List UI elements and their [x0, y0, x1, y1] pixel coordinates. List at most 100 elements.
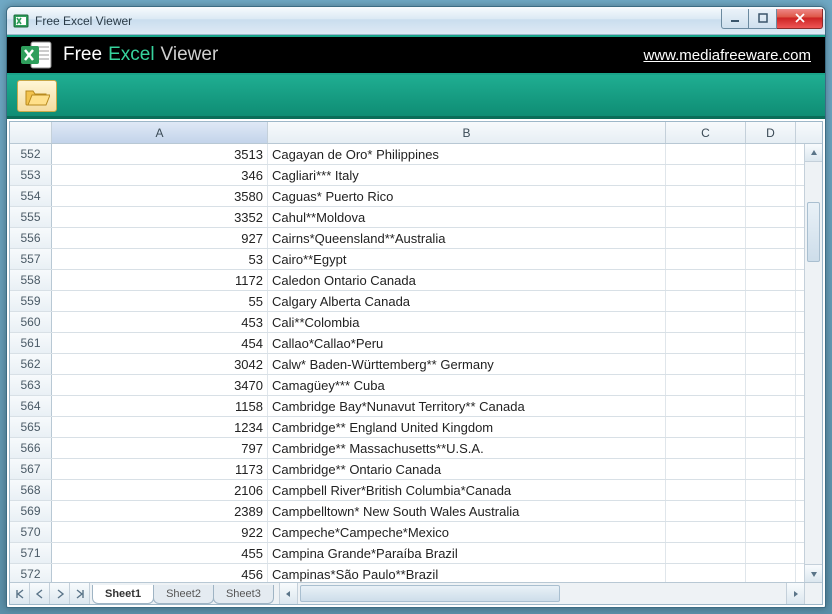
cell-a[interactable]: 927	[52, 228, 268, 248]
sheet-tab-1[interactable]: Sheet1	[92, 585, 154, 604]
vscroll-thumb[interactable]	[807, 202, 820, 262]
scroll-right-button[interactable]	[786, 583, 804, 604]
cell-d[interactable]	[746, 543, 796, 563]
cell-b[interactable]: Cagliari*** Italy	[268, 165, 666, 185]
minimize-button[interactable]	[721, 9, 749, 29]
row-header[interactable]: 559	[10, 291, 52, 311]
cell-d[interactable]	[746, 270, 796, 290]
row-header[interactable]: 561	[10, 333, 52, 353]
sheet-nav-prev[interactable]	[30, 583, 50, 604]
cell-b[interactable]: Camagüey*** Cuba	[268, 375, 666, 395]
cell-b[interactable]: Caguas* Puerto Rico	[268, 186, 666, 206]
row-header[interactable]: 554	[10, 186, 52, 206]
cell-c[interactable]	[666, 459, 746, 479]
cell-a[interactable]: 3470	[52, 375, 268, 395]
hscroll-thumb[interactable]	[300, 585, 560, 602]
row-header[interactable]: 564	[10, 396, 52, 416]
row-header[interactable]: 558	[10, 270, 52, 290]
cell-c[interactable]	[666, 417, 746, 437]
cell-c[interactable]	[666, 543, 746, 563]
rows-viewport[interactable]: 5523513Cagayan de Oro* Philippines553346…	[10, 144, 822, 582]
cell-a[interactable]: 1173	[52, 459, 268, 479]
cell-b[interactable]: Calgary Alberta Canada	[268, 291, 666, 311]
cell-c[interactable]	[666, 186, 746, 206]
cell-d[interactable]	[746, 501, 796, 521]
row-header[interactable]: 556	[10, 228, 52, 248]
row-header[interactable]: 572	[10, 564, 52, 582]
row-header[interactable]: 557	[10, 249, 52, 269]
cell-a[interactable]: 455	[52, 543, 268, 563]
hscroll-track[interactable]	[298, 583, 786, 604]
cell-b[interactable]: Calw* Baden-Württemberg** Germany	[268, 354, 666, 374]
scroll-down-button[interactable]	[805, 564, 822, 582]
vscroll-track[interactable]	[805, 162, 822, 564]
cell-b[interactable]: Cagayan de Oro* Philippines	[268, 144, 666, 164]
cell-b[interactable]: Cahul**Moldova	[268, 207, 666, 227]
cell-d[interactable]	[746, 396, 796, 416]
scroll-left-button[interactable]	[280, 583, 298, 604]
open-file-button[interactable]	[17, 80, 57, 112]
cell-d[interactable]	[746, 480, 796, 500]
cell-a[interactable]: 922	[52, 522, 268, 542]
row-header[interactable]: 569	[10, 501, 52, 521]
cell-d[interactable]	[746, 144, 796, 164]
cell-c[interactable]	[666, 480, 746, 500]
cell-c[interactable]	[666, 438, 746, 458]
cell-a[interactable]: 3580	[52, 186, 268, 206]
row-header[interactable]: 562	[10, 354, 52, 374]
cell-b[interactable]: Cambridge Bay*Nunavut Territory** Canada	[268, 396, 666, 416]
sheet-tab-2[interactable]: Sheet2	[153, 585, 214, 604]
cell-a[interactable]: 3042	[52, 354, 268, 374]
cell-b[interactable]: Campbelltown* New South Wales Australia	[268, 501, 666, 521]
cell-a[interactable]: 3352	[52, 207, 268, 227]
cell-c[interactable]	[666, 291, 746, 311]
row-header[interactable]: 565	[10, 417, 52, 437]
cell-d[interactable]	[746, 312, 796, 332]
scroll-up-button[interactable]	[805, 144, 822, 162]
cell-b[interactable]: Cambridge** Ontario Canada	[268, 459, 666, 479]
cell-a[interactable]: 453	[52, 312, 268, 332]
cell-a[interactable]: 2389	[52, 501, 268, 521]
cell-c[interactable]	[666, 522, 746, 542]
cell-a[interactable]: 1172	[52, 270, 268, 290]
cell-d[interactable]	[746, 165, 796, 185]
row-header[interactable]: 555	[10, 207, 52, 227]
cell-d[interactable]	[746, 291, 796, 311]
cell-b[interactable]: Cairo**Egypt	[268, 249, 666, 269]
cell-c[interactable]	[666, 501, 746, 521]
sheet-tab-3[interactable]: Sheet3	[213, 585, 274, 604]
cell-b[interactable]: Campbell River*British Columbia*Canada	[268, 480, 666, 500]
row-header[interactable]: 568	[10, 480, 52, 500]
cell-b[interactable]: Campina Grande*Paraíba Brazil	[268, 543, 666, 563]
select-all-corner[interactable]	[10, 122, 52, 143]
column-header-d[interactable]: D	[746, 122, 796, 143]
cell-b[interactable]: Campinas*São Paulo**Brazil	[268, 564, 666, 582]
cell-a[interactable]: 1158	[52, 396, 268, 416]
cell-d[interactable]	[746, 228, 796, 248]
column-header-b[interactable]: B	[268, 122, 666, 143]
cell-b[interactable]: Cambridge** England United Kingdom	[268, 417, 666, 437]
vertical-scrollbar[interactable]	[804, 144, 822, 582]
cell-a[interactable]: 53	[52, 249, 268, 269]
cell-c[interactable]	[666, 564, 746, 582]
cell-c[interactable]	[666, 312, 746, 332]
cell-b[interactable]: Caledon Ontario Canada	[268, 270, 666, 290]
cell-c[interactable]	[666, 165, 746, 185]
cell-d[interactable]	[746, 522, 796, 542]
cell-c[interactable]	[666, 228, 746, 248]
cell-b[interactable]: Cairns*Queensland**Australia	[268, 228, 666, 248]
cell-a[interactable]: 3513	[52, 144, 268, 164]
cell-d[interactable]	[746, 186, 796, 206]
column-header-a[interactable]: A	[52, 122, 268, 143]
cell-b[interactable]: Cali**Colombia	[268, 312, 666, 332]
maximize-button[interactable]	[749, 9, 777, 29]
cell-d[interactable]	[746, 207, 796, 227]
cell-d[interactable]	[746, 375, 796, 395]
column-header-c[interactable]: C	[666, 122, 746, 143]
cell-d[interactable]	[746, 249, 796, 269]
close-button[interactable]	[777, 9, 823, 29]
row-header[interactable]: 566	[10, 438, 52, 458]
row-header[interactable]: 553	[10, 165, 52, 185]
cell-c[interactable]	[666, 207, 746, 227]
sheet-nav-last[interactable]	[70, 583, 90, 604]
